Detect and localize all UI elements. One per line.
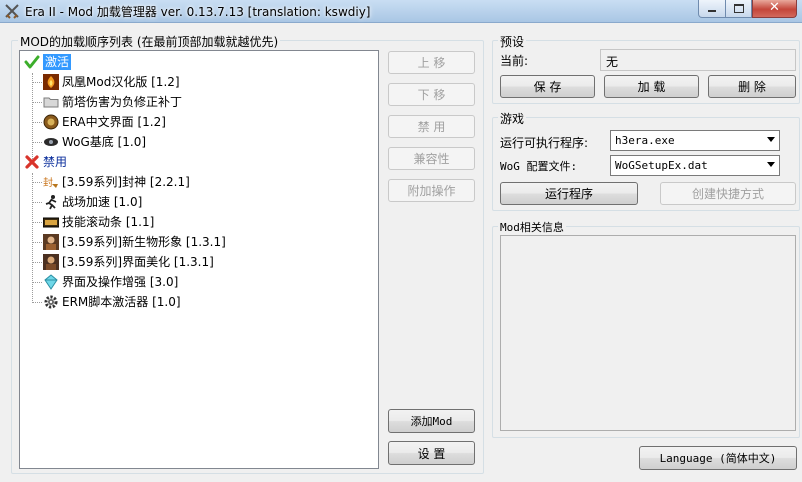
move-up-button[interactable]: 上 移	[388, 51, 475, 74]
tree-item-mod[interactable]: 封 [3.59系列]封神 [2.2.1]	[43, 172, 190, 192]
delete-preset-button[interactable]: 删 除	[708, 75, 796, 98]
tree-item-mod[interactable]: 界面及操作增强 [3.0]	[43, 272, 178, 292]
red-x-icon	[25, 155, 39, 169]
folder-icon	[43, 97, 59, 108]
exe-label: 运行可执行程序:	[500, 136, 589, 150]
close-button[interactable]: ✕	[752, 0, 797, 18]
tree-item-mod[interactable]: ERA中文界面 [1.2]	[43, 112, 166, 132]
tree-item-mod[interactable]: 技能滚动条 [1.1]	[43, 212, 154, 232]
tree-guide	[32, 282, 42, 283]
tree-guide	[32, 102, 42, 103]
wog-config-label: WoG 配置文件:	[500, 160, 578, 173]
preset-group-title: 预设	[498, 33, 527, 50]
shield-icon	[43, 114, 59, 130]
tree-guide	[32, 302, 42, 303]
runner-icon	[45, 195, 57, 210]
gear-icon	[44, 295, 58, 309]
create-shortcut-button[interactable]: 创建快捷方式	[660, 182, 796, 205]
window-title: Era II - Mod 加载管理器 ver. 0.13.7.13 [trans…	[25, 5, 371, 19]
chevron-down-icon	[767, 137, 775, 142]
tree-item-label: 战场加速 [1.0]	[62, 195, 143, 209]
current-preset-field: 无	[600, 49, 796, 71]
tree-group-disabled-label: 禁用	[43, 155, 68, 169]
move-down-button[interactable]: 下 移	[388, 83, 475, 106]
tree-item-label: ERM脚本激活器 [1.0]	[62, 295, 181, 309]
exe-select-value: h3era.exe	[615, 134, 675, 147]
mod-info-group-title: Mod相关信息	[498, 219, 566, 235]
current-preset-label: 当前:	[500, 54, 529, 68]
tree-guide	[32, 262, 42, 263]
tree-item-mod[interactable]: 箭塔伤害为负修正补丁	[43, 92, 182, 112]
compatibility-button[interactable]: 兼容性	[388, 147, 475, 170]
tree-item-mod[interactable]: [3.59系列]界面美化 [1.3.1]	[43, 252, 214, 272]
maximize-icon	[734, 4, 744, 13]
tree-guide	[32, 122, 42, 123]
tree-item-label: 箭塔伤害为负修正补丁	[62, 95, 183, 109]
tree-guide	[32, 222, 42, 223]
tree-guide	[32, 173, 33, 303]
mod-info-textbox[interactable]	[500, 235, 796, 431]
mod-tree[interactable]: 激活 凤凰Mod汉化版 [1.2] 箭塔伤害为负修正补丁 ERA中文界面 [1.…	[19, 50, 379, 469]
scroll-bar-icon	[43, 217, 59, 228]
tree-guide	[32, 142, 42, 143]
tree-item-mod[interactable]: 战场加速 [1.0]	[43, 192, 142, 212]
tree-item-label: [3.59系列]新生物形象 [1.3.1]	[62, 235, 226, 249]
wog-config-select[interactable]: WoGSetupEx.dat	[610, 155, 780, 176]
tree-item-label: WoG基底 [1.0]	[62, 135, 147, 149]
crossed-swords-icon	[5, 4, 19, 19]
interface-portrait-icon	[43, 254, 59, 270]
add-mod-button[interactable]: 添加Mod	[388, 409, 475, 433]
minimize-button[interactable]	[698, 0, 726, 18]
run-game-button[interactable]: 运行程序	[500, 182, 638, 205]
green-check-icon	[24, 55, 40, 69]
phoenix-icon	[43, 74, 59, 90]
settings-button[interactable]: 设 置	[388, 441, 475, 465]
minimize-icon	[708, 10, 716, 12]
disable-button[interactable]: 禁 用	[388, 115, 475, 138]
gem-icon	[44, 274, 58, 290]
creature-portrait-icon	[43, 234, 59, 250]
exe-select[interactable]: h3era.exe	[610, 130, 780, 151]
game-group-title: 游戏	[498, 110, 527, 127]
tree-guide	[32, 73, 33, 163]
main-window: Era II - Mod 加载管理器 ver. 0.13.7.13 [trans…	[0, 0, 802, 482]
caption-buttons: ✕	[698, 0, 797, 18]
save-preset-button[interactable]: 保 存	[500, 75, 595, 98]
tree-item-mod[interactable]: [3.59系列]新生物形象 [1.3.1]	[43, 232, 226, 252]
svg-text:封: 封	[43, 176, 53, 189]
tree-group-enabled-label: 激活	[43, 54, 72, 70]
seal-icon: 封	[43, 176, 58, 189]
tree-item-label: 界面及操作增强 [3.0]	[62, 275, 179, 289]
close-icon: ✕	[769, 0, 780, 15]
tree-item-label: 技能滚动条 [1.1]	[62, 215, 155, 229]
tree-item-mod[interactable]: WoG基底 [1.0]	[43, 132, 146, 152]
tree-guide	[32, 202, 42, 203]
tree-item-label: 凤凰Mod汉化版 [1.2]	[62, 75, 180, 89]
tree-guide	[32, 182, 42, 183]
tree-group-enabled[interactable]: 激活	[24, 52, 72, 72]
tree-item-mod[interactable]: ERM脚本激活器 [1.0]	[43, 292, 181, 312]
tree-guide	[32, 82, 42, 83]
load-preset-button[interactable]: 加 载	[604, 75, 699, 98]
tree-item-label: ERA中文界面 [1.2]	[62, 115, 166, 129]
language-button[interactable]: Language (简体中文)	[639, 446, 797, 470]
tree-guide	[32, 242, 42, 243]
chevron-down-icon	[767, 162, 775, 167]
title-bar[interactable]: Era II - Mod 加载管理器 ver. 0.13.7.13 [trans…	[0, 0, 802, 23]
maximize-button[interactable]	[726, 0, 752, 18]
tree-item-label: [3.59系列]封神 [2.2.1]	[62, 175, 190, 189]
mod-order-group-title: MOD的加载顺序列表 (在最前顶部加载就越优先)	[18, 33, 281, 50]
tree-item-mod[interactable]: 凤凰Mod汉化版 [1.2]	[43, 72, 180, 92]
eye-icon	[44, 138, 58, 146]
tree-item-label: [3.59系列]界面美化 [1.3.1]	[62, 255, 214, 269]
extra-operations-button[interactable]: 附加操作	[388, 179, 475, 202]
wog-config-select-value: WoGSetupEx.dat	[615, 159, 708, 172]
tree-group-disabled[interactable]: 禁用	[24, 152, 67, 172]
